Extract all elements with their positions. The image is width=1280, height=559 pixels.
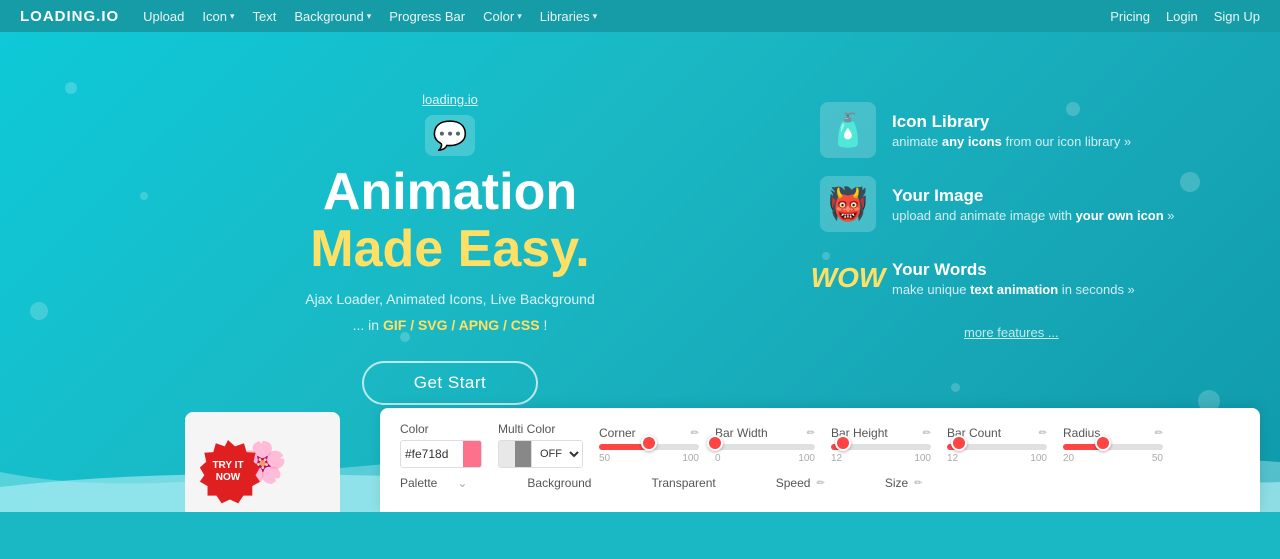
bar-width-edit-icon[interactable]: ✏	[807, 428, 815, 439]
color-dropdown-arrow: ▾	[517, 11, 522, 22]
corner-slider-track[interactable]	[599, 444, 699, 450]
multi-color-dropdown[interactable]: OFF ON	[531, 441, 582, 467]
controls-row-2: Palette ⌄ Background Transparent Speed ✏	[400, 476, 1240, 490]
palette-field: Palette ⌄	[400, 476, 467, 490]
corner-label: Corner	[599, 426, 636, 440]
bar-count-slider-thumb[interactable]	[951, 435, 967, 451]
hero-right: 🧴 Icon Library animate any icons from ou…	[820, 82, 1200, 342]
radius-label: Radius	[1063, 426, 1100, 440]
bar-height-slider-thumb[interactable]	[835, 435, 851, 451]
corner-field: Corner ✏ 50 100	[599, 426, 699, 464]
feature-desc-0: animate any icons from our icon library …	[892, 134, 1131, 149]
nav-color[interactable]: Color ▾	[483, 9, 522, 24]
feature-your-words: WOW Your Words make unique text animatio…	[820, 250, 1200, 306]
multi-color-group[interactable]: OFF ON	[498, 440, 583, 468]
corner-slider-numbers: 50 100	[599, 453, 699, 464]
corner-edit-icon[interactable]: ✏	[691, 428, 699, 439]
nav-pricing[interactable]: Pricing	[1110, 9, 1150, 24]
bar-width-label-row: Bar Width ✏	[715, 426, 815, 440]
radius-slider-thumb[interactable]	[1095, 435, 1111, 451]
feature-your-words-text: Your Words make unique text animation in…	[892, 260, 1135, 297]
palette-label: Palette	[400, 476, 437, 490]
try-it-now-label: TRY ITNOW	[196, 440, 260, 504]
size-field: Size ✏	[885, 476, 923, 490]
bar-width-slider-numbers: 0 100	[715, 453, 815, 464]
wow-icon: WOW	[820, 250, 876, 306]
radius-field: Radius ✏ 20 50	[1063, 426, 1163, 464]
bar-count-slider-numbers: 12 100	[947, 453, 1047, 464]
feature-your-image-text: Your Image upload and animate image with…	[892, 186, 1175, 223]
feature-icon-library-text: Icon Library animate any icons from our …	[892, 112, 1131, 149]
hero-link[interactable]: loading.io	[80, 92, 820, 107]
nav-left: Upload Icon ▾ Text Background ▾ Progress…	[143, 9, 1110, 24]
color-input-group[interactable]	[400, 440, 482, 468]
radius-slider-track[interactable]	[1063, 444, 1163, 450]
multi-color-field: Multi Color OFF ON	[498, 422, 583, 468]
nav-progress-bar[interactable]: Progress Bar	[389, 9, 465, 24]
background-label: Background	[527, 476, 591, 490]
palette-expand-icon[interactable]: ⌄	[457, 476, 467, 490]
bar-count-edit-icon[interactable]: ✏	[1039, 428, 1047, 439]
nav-libraries[interactable]: Libraries ▾	[540, 9, 597, 24]
nav-background[interactable]: Background ▾	[294, 9, 371, 24]
bar-width-label: Bar Width	[715, 426, 768, 440]
bar-count-field: Bar Count ✏ 12 100	[947, 426, 1047, 464]
color-field: Color	[400, 422, 482, 468]
hero-section: loading.io 💬 Animation Made Easy. Ajax L…	[0, 32, 1280, 512]
background-dropdown-arrow: ▾	[367, 11, 372, 22]
navbar: LOADING.IO Upload Icon ▾ Text Background…	[0, 0, 1280, 32]
speed-edit-icon[interactable]: ✏	[816, 478, 824, 489]
bar-width-slider-thumb[interactable]	[707, 435, 723, 451]
multi-color-swatch	[499, 440, 531, 468]
bar-height-slider-numbers: 12 100	[831, 453, 931, 464]
nav-login[interactable]: Login	[1166, 9, 1198, 24]
bar-height-edit-icon[interactable]: ✏	[923, 428, 931, 439]
brand-logo[interactable]: LOADING.IO	[20, 8, 119, 25]
nav-icon[interactable]: Icon ▾	[202, 9, 234, 24]
bar-height-field: Bar Height ✏ 12 100	[831, 426, 931, 464]
transparent-field: Transparent	[651, 476, 715, 490]
feature-icon-library: 🧴 Icon Library animate any icons from ou…	[820, 102, 1200, 158]
icon-dropdown-arrow: ▾	[230, 11, 235, 22]
bar-height-slider-track[interactable]	[831, 444, 931, 450]
speed-label: Speed	[776, 476, 811, 490]
radius-edit-icon[interactable]: ✏	[1155, 428, 1163, 439]
radius-label-row: Radius ✏	[1063, 426, 1163, 440]
hero-title: Animation Made Easy.	[80, 164, 820, 278]
more-features-link[interactable]: more features ...	[820, 324, 1200, 342]
bar-width-slider-track[interactable]	[715, 444, 815, 450]
libraries-dropdown-arrow: ▾	[593, 11, 598, 22]
hero-formats: ... in GIF / SVG / APNG / CSS !	[80, 317, 820, 333]
chat-bubble-icon: 💬	[425, 115, 476, 156]
monster-icon: 👹	[820, 176, 876, 232]
color-swatch[interactable]	[463, 440, 481, 468]
controls-row-1: Color Multi Color OFF ON	[400, 422, 1240, 468]
color-text-input[interactable]	[401, 447, 463, 461]
icon-library-icon: 🧴	[820, 102, 876, 158]
nav-signup[interactable]: Sign Up	[1214, 9, 1260, 24]
size-edit-icon[interactable]: ✏	[914, 478, 922, 489]
transparent-label: Transparent	[651, 476, 715, 490]
bar-width-field: Bar Width ✏ 0 100	[715, 426, 815, 464]
speed-field: Speed ✏	[776, 476, 825, 490]
color-label: Color	[400, 422, 482, 436]
nav-upload[interactable]: Upload	[143, 9, 184, 24]
corner-slider-thumb[interactable]	[641, 435, 657, 451]
controls-panel: Color Multi Color OFF ON	[380, 408, 1260, 512]
nav-right: Pricing Login Sign Up	[1110, 9, 1260, 24]
try-it-now-badge[interactable]: TRY ITNOW	[196, 440, 260, 504]
radius-slider-numbers: 20 50	[1063, 453, 1163, 464]
hero-subtitle: Ajax Loader, Animated Icons, Live Backgr…	[80, 288, 820, 310]
multi-color-label: Multi Color	[498, 422, 583, 436]
bar-count-slider-track[interactable]	[947, 444, 1047, 450]
background-field: Background	[527, 476, 591, 490]
feature-your-image: 👹 Your Image upload and animate image wi…	[820, 176, 1200, 232]
hero-left: loading.io 💬 Animation Made Easy. Ajax L…	[80, 82, 820, 405]
nav-text[interactable]: Text	[252, 9, 276, 24]
hero-content: loading.io 💬 Animation Made Easy. Ajax L…	[0, 32, 1280, 405]
feature-desc-1: upload and animate image with your own i…	[892, 208, 1175, 223]
size-label: Size	[885, 476, 908, 490]
feature-desc-2: make unique text animation in seconds »	[892, 282, 1135, 297]
